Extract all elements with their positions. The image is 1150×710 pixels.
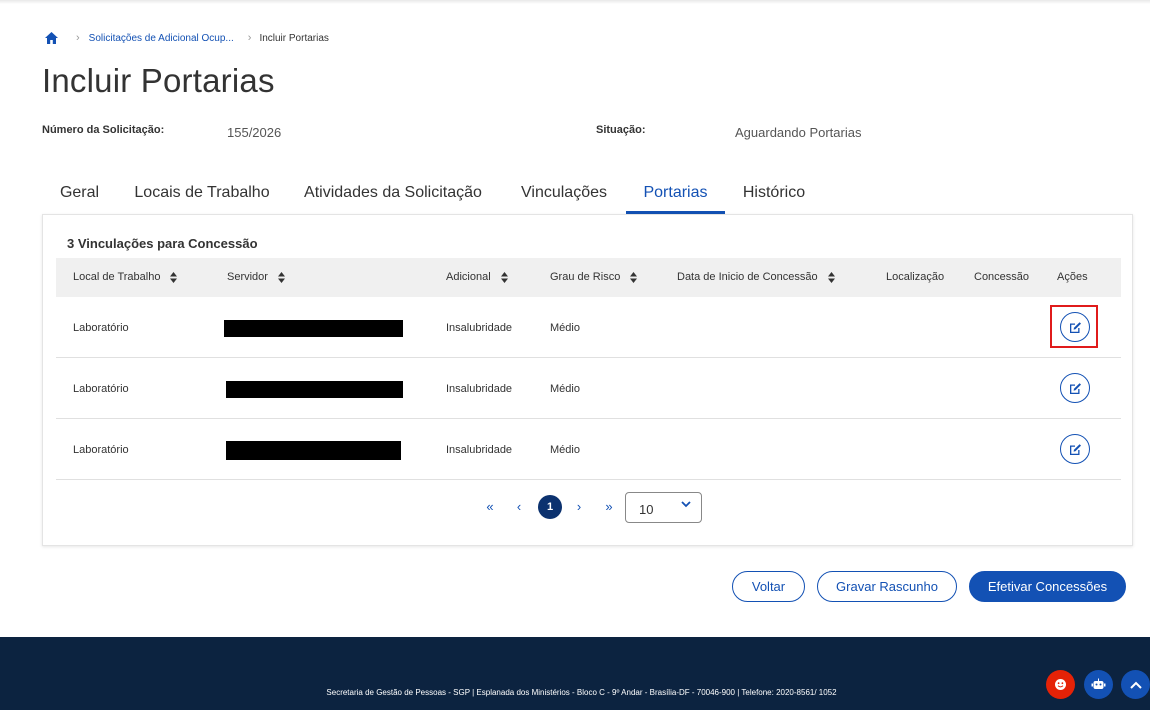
column-label: Adicional — [446, 271, 491, 283]
edit-button[interactable] — [1060, 434, 1090, 464]
sort-icon[interactable] — [630, 271, 638, 283]
home-icon[interactable] — [44, 31, 59, 45]
column-label: Ações — [1057, 271, 1088, 283]
back-to-top-button[interactable] — [1121, 670, 1150, 699]
tab-portarias[interactable]: Portarias — [626, 176, 725, 214]
table-row: Laboratório Insalubridade Médio — [56, 419, 1121, 480]
chatbot-icon — [1091, 678, 1106, 689]
first-page-icon[interactable]: « — [482, 499, 498, 514]
redacted-servidor — [226, 441, 401, 460]
tab-vinculacoes[interactable]: Vinculações — [510, 176, 618, 214]
cell-adicional: Insalubridade — [446, 444, 513, 456]
column-label: Local de Trabalho — [73, 271, 161, 283]
save-draft-button[interactable]: Gravar Rascunho — [817, 571, 957, 602]
column-label: Concessão — [974, 271, 1030, 283]
table-row: Laboratório Insalubridade Médio — [56, 358, 1121, 419]
table-title: 3 Vinculações para Concessão — [67, 236, 258, 251]
column-data-inicio-concessao[interactable]: Data de Inicio de Concessão — [677, 271, 835, 283]
chevron-right-icon: › — [76, 32, 80, 44]
column-acoes: Ações — [1057, 271, 1088, 283]
request-number-label: Número da Solicitação: — [42, 124, 165, 136]
status-value: Aguardando Portarias — [735, 125, 862, 140]
cell-local: Laboratório — [73, 322, 129, 334]
column-adicional[interactable]: Adicional — [446, 271, 508, 283]
next-page-icon[interactable]: › — [571, 499, 587, 514]
tab-historico[interactable]: Histórico — [733, 176, 815, 214]
chatbot-button[interactable] — [1084, 670, 1113, 699]
column-local-de-trabalho[interactable]: Local de Trabalho — [73, 271, 178, 283]
chevron-right-icon: › — [247, 32, 252, 44]
sort-icon[interactable] — [277, 271, 285, 283]
footer-text: Secretaria de Gestão de Pessoas - SGP | … — [326, 688, 837, 697]
top-shadow — [0, 0, 1150, 4]
table-header: Local de Trabalho Servidor Adicional Gra… — [56, 258, 1121, 297]
cell-grau-de-risco: Médio — [550, 383, 580, 395]
tab-locais-de-trabalho[interactable]: Locais de Trabalho — [126, 176, 278, 214]
page-size-select[interactable]: 10 — [625, 492, 702, 523]
page-title: Incluir Portarias — [42, 62, 275, 99]
edit-icon — [1069, 382, 1081, 394]
page-size-value: 10 — [639, 502, 654, 517]
footer: Secretaria de Gestão de Pessoas - SGP | … — [0, 637, 1150, 710]
cell-grau-de-risco: Médio — [550, 444, 580, 456]
sort-icon[interactable] — [500, 271, 508, 283]
cell-grau-de-risco: Médio — [550, 322, 580, 334]
tab-atividades-da-solicitacao[interactable]: Atividades da Solicitação — [296, 176, 490, 214]
vinculacoes-card: 3 Vinculações para Concessão Local de Tr… — [42, 214, 1133, 546]
table-row: Laboratório Insalubridade Médio — [56, 297, 1121, 358]
column-label: Data de Inicio de Concessão — [677, 271, 818, 283]
column-servidor[interactable]: Servidor — [227, 271, 285, 283]
breadcrumb-current: Incluir Portarias — [259, 32, 329, 44]
current-page[interactable]: 1 — [538, 495, 562, 519]
prev-page-icon[interactable]: ‹ — [511, 499, 527, 514]
status-label: Situação: — [596, 124, 646, 136]
request-number-value: 155/2026 — [227, 125, 282, 140]
redacted-servidor — [224, 320, 403, 337]
column-label: Localização — [886, 271, 945, 283]
cell-adicional: Insalubridade — [446, 322, 513, 334]
column-grau-de-risco[interactable]: Grau de Risco — [550, 271, 638, 283]
submit-concessions-button[interactable]: Efetivar Concessões — [969, 571, 1126, 602]
tab-bar: Geral Locais de Trabalho Atividades da S… — [42, 176, 1133, 214]
feedback-button[interactable] — [1046, 670, 1075, 699]
chevron-down-icon — [681, 501, 691, 508]
column-label: Servidor — [227, 271, 268, 283]
column-concessao: Concessão — [974, 271, 1029, 283]
sort-icon[interactable] — [827, 271, 835, 283]
last-page-icon[interactable]: » — [601, 499, 617, 514]
cell-local: Laboratório — [73, 444, 129, 456]
back-to-top-icon — [1129, 681, 1142, 689]
edit-button[interactable] — [1060, 373, 1090, 403]
cell-adicional: Insalubridade — [446, 383, 513, 395]
feedback-icon — [1055, 679, 1066, 690]
column-localizacao: Localização — [886, 271, 944, 283]
back-button[interactable]: Voltar — [732, 571, 805, 602]
edit-icon — [1069, 443, 1081, 455]
pagination: « ‹ › » — [43, 493, 1134, 525]
edit-icon — [1069, 321, 1081, 333]
tab-geral[interactable]: Geral — [42, 176, 117, 214]
redacted-servidor — [226, 381, 403, 398]
sort-icon[interactable] — [170, 271, 178, 283]
column-label: Grau de Risco — [550, 271, 621, 283]
cell-local: Laboratório — [73, 383, 129, 395]
edit-button[interactable] — [1060, 312, 1090, 342]
breadcrumb-parent-link[interactable]: Solicitações de Adicional Ocup... — [89, 33, 234, 44]
breadcrumb: › Solicitações de Adicional Ocup... › In… — [44, 30, 329, 46]
